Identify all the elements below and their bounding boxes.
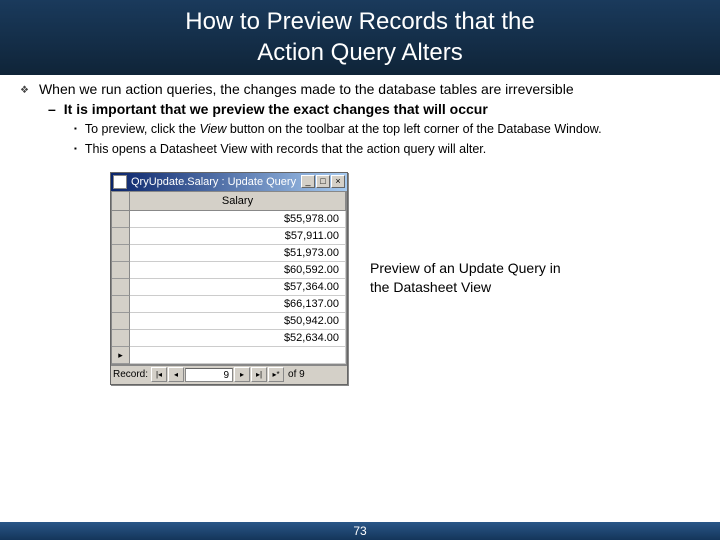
grid-header-row: Salary (112, 192, 346, 211)
dash-bullet-icon: – (48, 101, 56, 117)
select-all-cell[interactable] (112, 192, 130, 210)
nav-total-label: of 9 (288, 369, 305, 380)
slide-title: How to Preview Records that the Action Q… (0, 0, 720, 75)
maximize-button[interactable]: □ (316, 175, 330, 188)
row-selector[interactable] (112, 296, 130, 313)
table-row: $57,911.00 (112, 228, 346, 245)
column-header-salary[interactable]: Salary (130, 192, 346, 210)
diamond-bullet-icon: ❖ (20, 85, 29, 96)
row-selector[interactable] (112, 245, 130, 262)
row-selector[interactable] (112, 262, 130, 279)
nav-last-button[interactable]: ▸| (251, 367, 267, 382)
nav-position-input[interactable]: 9 (185, 368, 233, 382)
datasheet-grid: Salary $55,978.00$57,911.00$51,973.00$60… (111, 191, 347, 365)
window-controls: _ □ × (301, 175, 345, 188)
row-selector[interactable] (112, 313, 130, 330)
nav-next-button[interactable]: ▸ (234, 367, 250, 382)
row-selector[interactable] (112, 279, 130, 296)
table-row: $51,973.00 (112, 245, 346, 262)
table-row: $50,942.00 (112, 313, 346, 330)
grid-cell-salary[interactable]: $57,911.00 (130, 228, 346, 244)
nav-new-button[interactable]: ▸* (268, 367, 284, 382)
bullet-l3a-text: To preview, click the View button on the… (85, 121, 602, 137)
bullet-l3b-text: This opens a Datasheet View with records… (85, 141, 486, 157)
row-selector[interactable] (112, 211, 130, 228)
grid-cell-salary[interactable]: $57,364.00 (130, 279, 346, 295)
row-selector[interactable] (112, 347, 130, 364)
bullet-l1-text: When we run action queries, the changes … (39, 81, 574, 97)
table-row: $66,137.00 (112, 296, 346, 313)
app-icon (113, 175, 127, 189)
content-area: ❖ When we run action queries, the change… (0, 75, 720, 385)
square-bullet-icon: ▪ (74, 144, 77, 154)
bullet-level-1: ❖ When we run action queries, the change… (20, 81, 700, 97)
nav-prev-button[interactable]: ◂ (168, 367, 184, 382)
grid-cell-empty[interactable] (130, 347, 346, 363)
grid-cell-salary[interactable]: $60,592.00 (130, 262, 346, 278)
grid-cell-salary[interactable]: $66,137.00 (130, 296, 346, 312)
table-row: $55,978.00 (112, 211, 346, 228)
bullet-level-3: ▪ This opens a Datasheet View with recor… (74, 141, 700, 157)
record-navigator: Record: |◂ ◂ 9 ▸ ▸| ▸* of 9 (111, 365, 347, 384)
figure-caption: Preview of an Update Query in the Datash… (370, 259, 580, 297)
bullet-level-2: – It is important that we preview the ex… (48, 101, 700, 117)
table-row: $52,634.00 (112, 330, 346, 347)
nav-first-button[interactable]: |◂ (151, 367, 167, 382)
row-selector[interactable] (112, 330, 130, 347)
datasheet-wrapper: QryUpdate.Salary : Update Query _ □ × Sa… (110, 172, 700, 385)
nav-label: Record: (113, 369, 148, 380)
grid-cell-salary[interactable]: $50,942.00 (130, 313, 346, 329)
bullet-level-3: ▪ To preview, click the View button on t… (74, 121, 700, 137)
row-selector[interactable] (112, 228, 130, 245)
square-bullet-icon: ▪ (74, 124, 77, 134)
close-button[interactable]: × (331, 175, 345, 188)
title-line-1: How to Preview Records that the (0, 6, 720, 37)
grid-cell-salary[interactable]: $51,973.00 (130, 245, 346, 261)
grid-cell-salary[interactable]: $52,634.00 (130, 330, 346, 346)
page-number: 73 (353, 524, 366, 538)
grid-cell-salary[interactable]: $55,978.00 (130, 211, 346, 227)
table-row: $57,364.00 (112, 279, 346, 296)
slide-footer: 73 (0, 522, 720, 540)
bullet-l2-text: It is important that we preview the exac… (64, 101, 488, 117)
title-line-2: Action Query Alters (0, 37, 720, 68)
new-record-row[interactable] (112, 347, 346, 364)
window-title-text: QryUpdate.Salary : Update Query (131, 176, 301, 188)
datasheet-window: QryUpdate.Salary : Update Query _ □ × Sa… (110, 172, 348, 385)
table-row: $60,592.00 (112, 262, 346, 279)
window-titlebar: QryUpdate.Salary : Update Query _ □ × (111, 173, 347, 191)
minimize-button[interactable]: _ (301, 175, 315, 188)
